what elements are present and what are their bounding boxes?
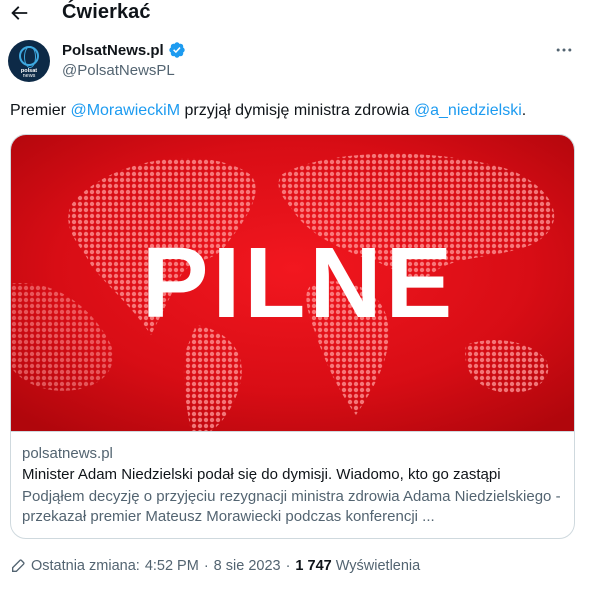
display-name-wrap: PolsatNews.pl <box>62 41 186 59</box>
avatar-logo-line2: news <box>22 73 36 79</box>
card-image: PILNE <box>11 135 574 431</box>
globe-icon <box>19 46 39 68</box>
arrow-left-icon[interactable] <box>8 2 30 24</box>
tweet-time[interactable]: 4:52 PM <box>145 558 199 574</box>
card-title: Minister Adam Niedzielski podał się do d… <box>22 466 501 483</box>
display-name[interactable]: PolsatNews.pl <box>62 42 164 59</box>
tweet-date[interactable]: 8 sie 2023 <box>214 558 281 574</box>
avatar[interactable]: polsat news <box>8 40 50 82</box>
meta-separator: · <box>203 558 209 574</box>
author-row: polsat news PolsatNews.pl @PolsatNewsPL <box>0 38 592 88</box>
tweet-text-part: . <box>521 102 527 119</box>
card-description: Podjąłem decyzję o przyjęciu rezygnacji … <box>22 488 561 525</box>
handle[interactable]: @PolsatNewsPL <box>62 62 175 79</box>
link-card[interactable]: PILNE polsatnews.pl Minister Adam Niedzi… <box>10 134 575 539</box>
tweet-text-part: Premier <box>10 102 71 119</box>
mention-link-morawiecki[interactable]: @MorawieckiM <box>70 102 180 119</box>
header: Ćwierkać <box>0 0 592 28</box>
views-label: Wyświetlenia <box>335 558 421 574</box>
card-body: polsatnews.pl Minister Adam Niedzielski … <box>11 431 574 538</box>
tweet-meta: Ostatnia zmiana: 4:52 PM · 8 sie 2023 · … <box>10 556 420 576</box>
view-count: 1 747 <box>295 558 332 574</box>
mention-link-niedzielski[interactable]: @a_niedzielski <box>414 102 522 119</box>
pencil-edit-icon <box>12 559 25 572</box>
tweet-text-part: przyjął dymisję ministra zdrowia <box>180 102 414 119</box>
page-title: Ćwierkać <box>62 1 151 23</box>
card-domain: polsatnews.pl <box>22 445 113 462</box>
tweet-text: Premier @MorawieckiM przyjął dymisję min… <box>10 101 526 121</box>
more-horizontal-icon[interactable] <box>554 40 574 60</box>
edited-label[interactable]: Ostatnia zmiana: <box>31 558 140 574</box>
meta-separator: · <box>285 558 291 574</box>
card-image-text: PILNE <box>142 227 456 339</box>
verified-badge-icon[interactable] <box>168 41 186 59</box>
